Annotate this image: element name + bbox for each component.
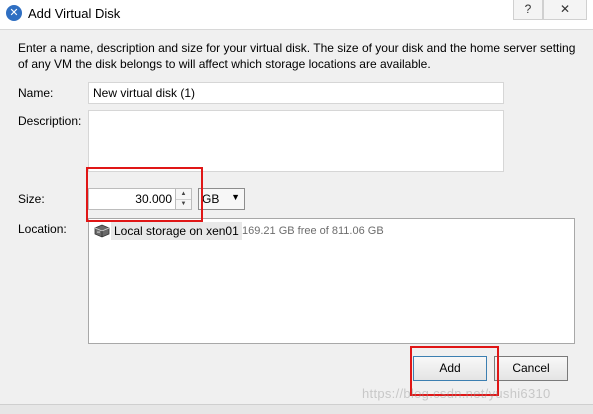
location-list[interactable]: Local storage on xen01 169.21 GB free of…: [88, 218, 575, 344]
size-label: Size:: [18, 192, 45, 206]
storage-disk-icon: [94, 224, 110, 238]
name-input[interactable]: [88, 82, 504, 104]
xencenter-x-icon: ✕: [6, 5, 22, 21]
bottom-strip: [0, 404, 593, 414]
watermark: https://blog.csdn.net/yushi6310: [362, 386, 551, 401]
location-name: Local storage on xen01: [111, 222, 242, 240]
chevron-down-icon: ▼: [231, 192, 240, 202]
location-free-space: 169.21 GB free of 811.06 GB: [242, 225, 384, 237]
cancel-button[interactable]: Cancel: [494, 356, 568, 381]
close-button[interactable]: ✕: [543, 0, 587, 20]
location-item[interactable]: Local storage on xen01 169.21 GB free of…: [92, 222, 392, 240]
size-unit-select[interactable]: GB ▼: [198, 188, 245, 210]
name-label: Name:: [18, 86, 54, 100]
help-button[interactable]: ?: [513, 0, 543, 20]
description-label: Description:: [18, 114, 82, 128]
window-title: Add Virtual Disk: [28, 6, 121, 21]
title-bar: ✕ Add Virtual Disk ? ✕: [0, 0, 593, 30]
description-input[interactable]: [88, 110, 504, 172]
size-highlight-box: [86, 167, 203, 222]
intro-text: Enter a name, description and size for y…: [18, 41, 576, 71]
location-label: Location:: [18, 222, 67, 236]
size-unit-value: GB: [202, 192, 220, 206]
